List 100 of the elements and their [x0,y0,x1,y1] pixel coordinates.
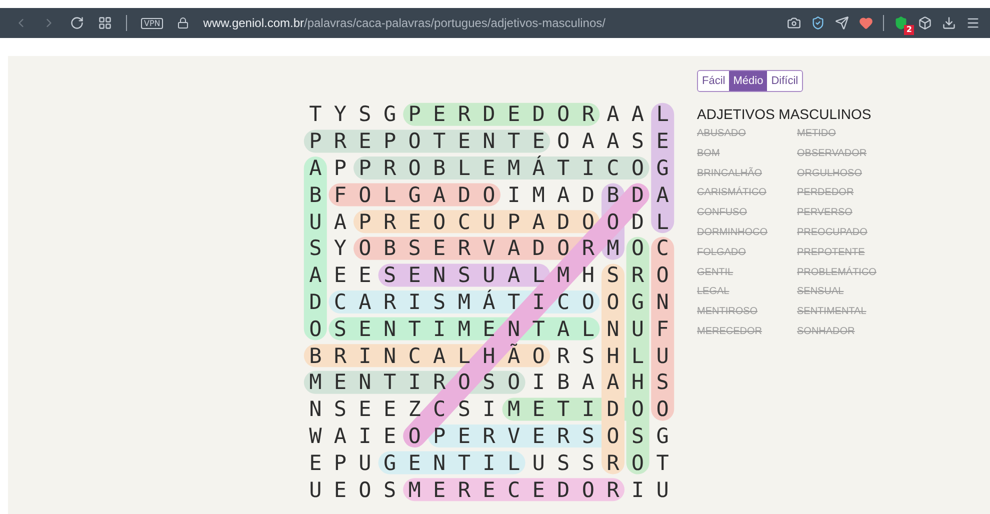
grid-letter[interactable]: I [576,154,601,182]
grid-letter[interactable]: C [402,342,427,369]
grid-letter[interactable]: P [402,101,427,128]
grid-letter[interactable]: O [452,368,477,396]
grid-letter[interactable]: U [476,208,502,235]
grid-letter[interactable]: I [352,422,378,450]
grid-letter[interactable]: O [625,154,650,182]
grid-letter[interactable]: A [600,368,626,396]
grid-letter[interactable]: S [377,262,402,289]
grid-letter[interactable]: E [526,128,551,155]
grid-letter[interactable]: M [526,181,551,208]
grid-letter[interactable]: P [352,154,378,182]
grid-letter[interactable]: D [526,234,551,262]
grid-letter[interactable]: S [476,368,502,396]
grid-letter[interactable]: V [501,422,526,450]
grid-letter[interactable]: Á [526,154,551,182]
grid-letter[interactable]: N [426,449,452,476]
grid-letter[interactable]: O [625,234,650,262]
grid-letter[interactable]: B [303,181,328,208]
grid-letter[interactable]: E [377,422,402,450]
shield-icon[interactable] [811,16,825,30]
grid-letter[interactable]: S [550,449,576,476]
grid-letter[interactable]: M [501,396,526,423]
grid-letter[interactable]: D [452,181,477,208]
grid-letter[interactable]: L [576,315,601,342]
grid-letter[interactable]: R [426,368,452,396]
grid-letter[interactable]: B [303,342,328,369]
grid-letter[interactable]: G [650,422,675,450]
grid-letter[interactable]: E [402,449,427,476]
grid-letter[interactable]: N [377,315,402,342]
grid-letter[interactable]: T [501,128,526,155]
grid-letter[interactable]: E [352,315,378,342]
grid-letter[interactable]: S [328,315,353,342]
grid-letter[interactable]: E [352,396,378,423]
grid-letter[interactable]: B [426,154,452,182]
grid-letter[interactable]: E [426,476,452,503]
grid-letter[interactable]: M [550,262,576,289]
grid-letter[interactable]: O [600,422,626,450]
grid-letter[interactable]: D [600,396,626,423]
grid-letter[interactable]: A [650,181,675,208]
grid-letter[interactable]: O [650,262,675,289]
grid-letter[interactable]: U [476,262,502,289]
grid-letter[interactable]: D [625,181,650,208]
grid-letter[interactable]: I [476,396,502,423]
grid-icon[interactable] [98,16,112,30]
grid-letter[interactable]: E [452,422,477,450]
grid-letter[interactable]: E [377,396,402,423]
grid-letter[interactable]: T [650,449,675,476]
grid-letter[interactable]: C [600,154,626,182]
grid-letter[interactable]: E [352,128,378,155]
grid-letter[interactable]: R [576,101,601,128]
grid-letter[interactable]: R [476,422,502,450]
grid-letter[interactable]: U [352,449,378,476]
grid-letter[interactable]: D [550,476,576,503]
grid-letter[interactable]: O [526,342,551,369]
grid-letter[interactable]: R [550,422,576,450]
grid-letter[interactable]: D [576,181,601,208]
grid-letter[interactable]: S [452,262,477,289]
grid-letter[interactable]: S [625,422,650,450]
grid-letter[interactable]: D [526,101,551,128]
grid-letter[interactable]: L [452,154,477,182]
grid-letter[interactable]: A [625,101,650,128]
grid-letter[interactable]: R [600,449,626,476]
grid-letter[interactable]: N [426,262,452,289]
grid-letter[interactable]: F [328,181,353,208]
grid-letter[interactable]: S [303,234,328,262]
grid-letter[interactable]: U [526,449,551,476]
grid-letter[interactable]: U [650,342,675,369]
grid-letter[interactable]: V [476,234,502,262]
grid-letter[interactable]: N [352,368,378,396]
grid-letter[interactable]: L [501,449,526,476]
grid-letter[interactable]: C [426,396,452,423]
grid-letter[interactable]: B [377,234,402,262]
grid-letter[interactable]: O [550,101,576,128]
grid-letter[interactable]: L [650,101,675,128]
grid-letter[interactable]: P [377,128,402,155]
grid-letter[interactable]: E [501,101,526,128]
grid-letter[interactable]: C [328,288,353,316]
grid-letter[interactable]: M [452,315,477,342]
grid-letter[interactable]: I [526,288,551,316]
address-bar[interactable]: www.geniol.com.br/palavras/caca-palavras/portugues/adjetivos-masculinos/ [203,16,773,30]
grid-letter[interactable]: S [426,288,452,316]
grid-letter[interactable]: P [352,208,378,235]
grid-letter[interactable]: S [377,476,402,503]
grid-letter[interactable]: A [550,315,576,342]
grid-letter[interactable]: T [550,154,576,182]
grid-letter[interactable]: M [303,368,328,396]
camera-icon[interactable] [787,16,801,30]
grid-letter[interactable]: D [625,208,650,235]
grid-letter[interactable]: A [576,368,601,396]
grid-letter[interactable]: E [526,422,551,450]
grid-letter[interactable]: C [452,208,477,235]
grid-letter[interactable]: R [625,262,650,289]
grid-letter[interactable]: O [303,315,328,342]
grid-letter[interactable]: C [550,288,576,316]
grid-letter[interactable]: H [625,368,650,396]
grid-letter[interactable]: A [526,208,551,235]
grid-letter[interactable]: T [402,315,427,342]
grid-letter[interactable]: O [625,396,650,423]
grid-letter[interactable]: O [650,396,675,423]
